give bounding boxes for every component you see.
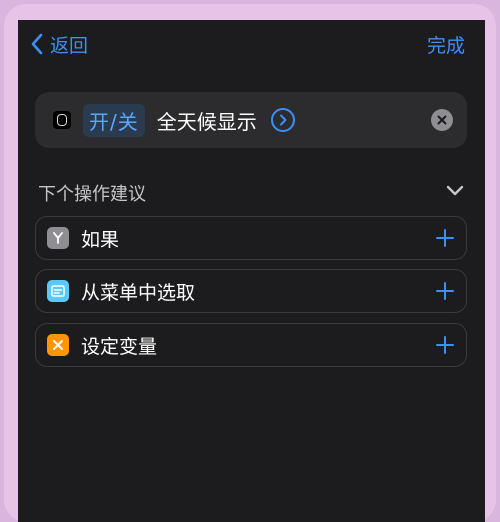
watch-face-icon [53, 111, 71, 129]
back-button[interactable]: 返回 [30, 32, 89, 57]
suggestion-if[interactable]: 如果 [35, 216, 467, 260]
suggestion-label: 从菜单中选取 [81, 281, 196, 304]
back-label: 返回 [50, 34, 89, 57]
chevron-left-icon [31, 33, 43, 55]
menu-icon [47, 280, 69, 302]
chevron-down-icon[interactable] [445, 182, 465, 200]
plus-icon[interactable] [434, 334, 456, 356]
plus-icon[interactable] [434, 227, 456, 249]
expand-chevron-icon[interactable] [270, 108, 295, 132]
suggestions-title: 下个操作建议 [38, 184, 146, 205]
plus-icon[interactable] [434, 280, 456, 302]
branch-icon [47, 227, 69, 249]
screen: 返回 完成 开/关 全天候显示 下个操作建议 如果 从菜单中选取 设定变量 [18, 20, 485, 522]
variable-x-icon [47, 334, 69, 356]
toggle-parameter[interactable]: 开/关 [83, 103, 145, 137]
close-icon [437, 115, 447, 125]
suggestion-label: 如果 [81, 228, 120, 251]
suggestion-choose-from-menu[interactable]: 从菜单中选取 [35, 269, 467, 313]
done-button[interactable]: 完成 [427, 32, 465, 57]
action-text: 全天候显示 [156, 109, 257, 134]
suggestion-set-variable[interactable]: 设定变量 [35, 323, 467, 367]
suggestion-label: 设定变量 [81, 335, 158, 358]
action-card[interactable]: 开/关 全天候显示 [35, 92, 467, 148]
remove-action-button[interactable] [431, 109, 453, 131]
